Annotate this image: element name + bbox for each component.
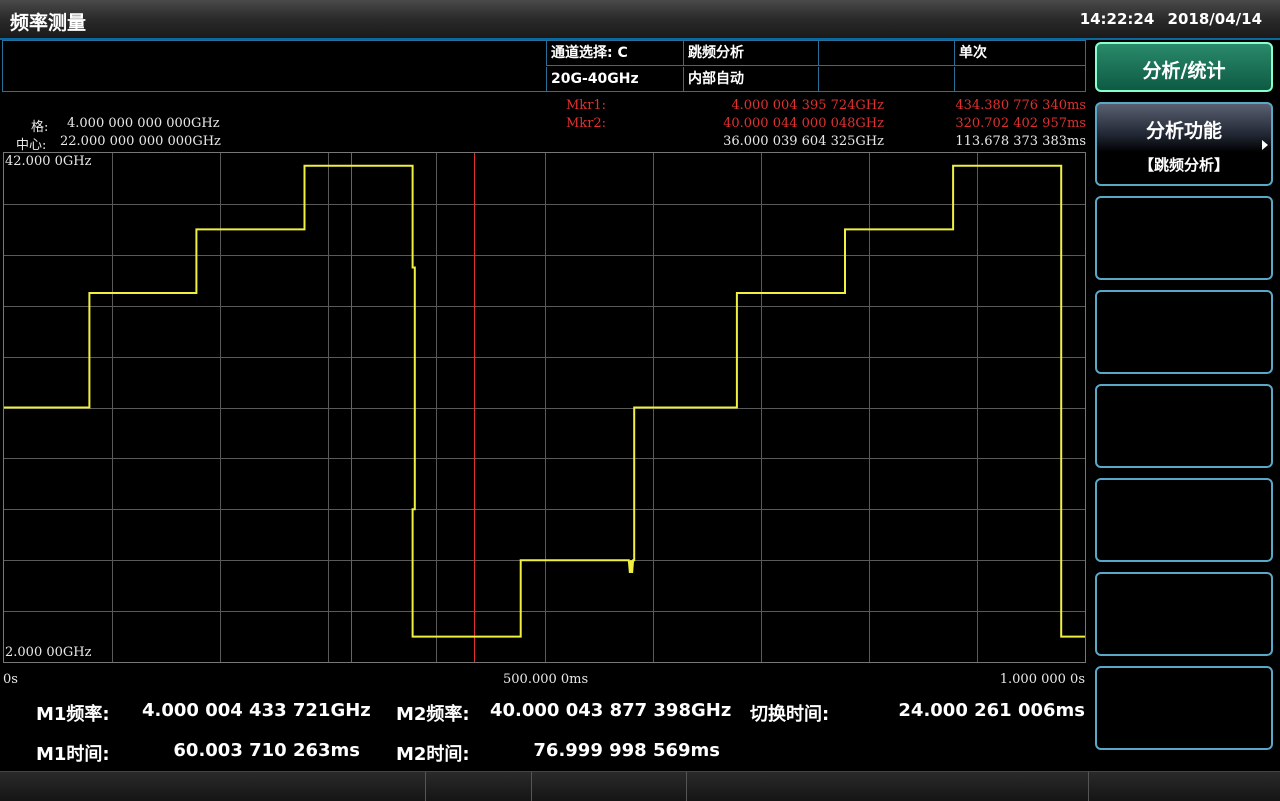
m2-time-value: 76.999 998 569ms <box>533 740 720 761</box>
m2-time-label: M2时间: <box>396 744 470 765</box>
per-div-value: 4.000 000 000 000GHz <box>67 116 220 131</box>
m2-freq-value: 40.000 043 877 398GHz <box>490 700 732 721</box>
center-label: 中心: <box>16 138 47 153</box>
status-divider <box>425 772 426 801</box>
sweep-mode[interactable]: 单次 <box>954 41 1085 66</box>
switch-time-value: 24.000 261 006ms <box>898 700 1085 721</box>
analysis-function-softkey[interactable]: 分析功能 【跳频分析】 <box>1095 102 1273 186</box>
softkey-label: 分析功能 <box>1145 120 1222 142</box>
softkey-label: 分析/统计 <box>1142 60 1226 82</box>
m1-time-label: M1时间: <box>36 744 110 765</box>
mkr1-label: Mkr1: <box>566 98 607 113</box>
trace-svg <box>4 153 1085 662</box>
status-divider <box>686 772 687 801</box>
info-empty-cell <box>818 67 954 92</box>
info-empty-cell <box>954 67 1085 92</box>
trigger-mode[interactable]: 内部自动 <box>683 67 818 92</box>
measurement-info-table: 通道选择: C 跳频分析 单次 20G-40GHz 内部自动 <box>2 40 1086 92</box>
switch-time-label: 切换时间: <box>750 704 830 725</box>
softkey-6[interactable] <box>1095 478 1273 562</box>
status-divider <box>1088 772 1089 801</box>
per-div-label: 格: <box>31 120 49 135</box>
mkr1-freq: 4.000 004 395 724GHz <box>731 98 884 113</box>
frequency-band[interactable]: 20G-40GHz <box>546 67 683 92</box>
softkey-8[interactable] <box>1095 666 1273 750</box>
softkey-3[interactable] <box>1095 196 1273 280</box>
x-mid-label: 500.000 0ms <box>503 672 589 687</box>
app-title: 频率测量 <box>10 12 87 34</box>
mkr2-time: 320.702 402 957ms <box>955 116 1086 131</box>
title-bar: 频率测量 14:22:24 2018/04/14 <box>0 0 1280 40</box>
m1-time-value: 60.003 710 263ms <box>173 740 360 761</box>
status-bar <box>0 771 1280 801</box>
mkr1-time: 434.380 776 340ms <box>955 98 1086 113</box>
y-top-label: 42.000 0GHz <box>5 154 92 169</box>
delta-freq: 36.000 039 604 325GHz <box>723 134 884 149</box>
analysis-statistics-softkey[interactable]: 分析/统计 <box>1095 42 1273 92</box>
mkr2-freq: 40.000 044 000 048GHz <box>723 116 884 131</box>
clock-date: 2018/04/14 <box>1167 10 1262 28</box>
status-divider <box>531 772 532 801</box>
info-empty-cell <box>818 41 954 66</box>
delta-time: 113.678 373 383ms <box>955 134 1086 149</box>
frequency-trace <box>4 164 1085 638</box>
channel-select[interactable]: 通道选择: C <box>546 41 683 66</box>
frequency-hopping-plot[interactable]: 42.000 0GHz 2.000 00GHz <box>3 152 1086 663</box>
m2-freq-label: M2频率: <box>396 704 470 725</box>
mkr2-label: Mkr2: <box>566 116 607 131</box>
center-value: 22.000 000 000 000GHz <box>60 134 221 149</box>
softkey-value: 【跳频分析】 <box>1138 156 1229 174</box>
softkey-7[interactable] <box>1095 572 1273 656</box>
clock: 14:22:24 2018/04/14 <box>1080 10 1262 28</box>
analysis-mode[interactable]: 跳频分析 <box>683 41 818 66</box>
softkey-5[interactable] <box>1095 384 1273 468</box>
submenu-arrow-icon <box>1262 140 1268 150</box>
x-end-label: 1.000 000 0s <box>999 672 1085 687</box>
softkey-4[interactable] <box>1095 290 1273 374</box>
clock-time: 14:22:24 <box>1079 10 1155 28</box>
m1-freq-value: 4.000 004 433 721GHz <box>142 700 371 721</box>
m1-freq-label: M1频率: <box>36 704 110 725</box>
y-bottom-label: 2.000 00GHz <box>5 645 92 660</box>
x-start-label: 0s <box>3 672 18 687</box>
